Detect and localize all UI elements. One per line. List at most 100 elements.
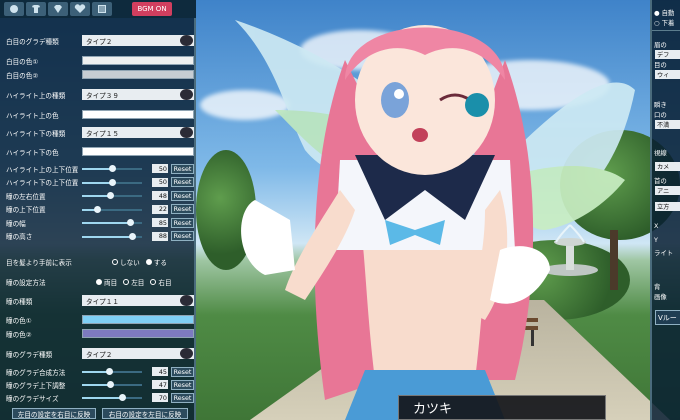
underwear-radio[interactable]: ○ 下着: [654, 18, 674, 27]
slider[interactable]: [82, 217, 142, 228]
radio-both-eyes[interactable]: 両目: [96, 277, 117, 287]
slider-label: 瞳の上下位置: [6, 206, 46, 214]
reset-button[interactable]: Reset: [171, 204, 194, 214]
sclera-grad-type-select[interactable]: タイプ２: [82, 35, 194, 46]
reset-button[interactable]: Reset: [171, 190, 194, 201]
slider-value-input[interactable]: 48: [152, 191, 168, 200]
right-panel-control[interactable]: カメ: [655, 162, 680, 171]
copy-left-to-right-button[interactable]: 左目の設定を右目に反映: [12, 408, 96, 419]
right-panel-label: 画像: [654, 293, 667, 301]
reset-button[interactable]: Reset: [171, 163, 194, 174]
tab-personality[interactable]: [70, 2, 90, 16]
character-figure[interactable]: [215, 0, 655, 420]
slider-handle[interactable]: [129, 232, 136, 240]
slider-value-input[interactable]: 85: [152, 218, 168, 227]
sclera-color1-swatch[interactable]: [82, 56, 194, 65]
slider-value-input[interactable]: 50: [152, 164, 168, 173]
auto-radio[interactable]: ● 自動: [654, 8, 674, 17]
slider-value-input[interactable]: 22: [152, 204, 168, 214]
slider[interactable]: [82, 190, 142, 201]
slider-label: 瞳のグラデサイズ: [6, 394, 59, 403]
iris-setting-label: 瞳の設定方法: [6, 278, 46, 287]
slider[interactable]: [82, 379, 142, 390]
slider[interactable]: [82, 163, 142, 174]
slider-value-input[interactable]: 47: [152, 380, 168, 389]
copy-right-to-left-button[interactable]: 右目の設定を左目に反映: [102, 408, 188, 419]
eyes-over-hair-row: 目を髪より手前に表示 しない する: [6, 256, 192, 267]
slider-handle[interactable]: [94, 205, 101, 213]
slider-label: 瞳の高さ: [6, 233, 33, 241]
character-name-box: カツキ: [398, 395, 606, 420]
radio-off[interactable]: しない: [112, 257, 140, 267]
slider-handle[interactable]: [107, 381, 114, 388]
tab-face[interactable]: [4, 2, 24, 16]
right-panel-control[interactable]: Vルー: [655, 310, 680, 325]
reset-button[interactable]: Reset: [171, 392, 194, 403]
slider-handle[interactable]: [127, 219, 134, 226]
iris-type-select[interactable]: タイプ１１: [82, 295, 194, 306]
slider-value-input[interactable]: 88: [152, 231, 168, 241]
radio-on[interactable]: する: [145, 257, 167, 267]
right-panel-control[interactable]: アニ: [655, 186, 680, 195]
reset-button[interactable]: Reset: [171, 217, 194, 228]
slider-handle[interactable]: [106, 368, 113, 375]
tab-system[interactable]: [92, 2, 112, 16]
slider-value-input[interactable]: 50: [152, 177, 168, 187]
reset-button[interactable]: Reset: [171, 177, 194, 187]
tab-clothes[interactable]: [26, 2, 46, 16]
slider-handle[interactable]: [109, 165, 116, 172]
sclera-grad-type-label: 白目のグラデ種類: [6, 37, 59, 46]
sclera-color2-swatch[interactable]: [82, 70, 194, 79]
highlight-bottom-color-label: ハイライト下の色: [6, 148, 59, 157]
radio-right-eye[interactable]: 右目: [150, 277, 172, 287]
slider[interactable]: [82, 231, 142, 242]
right-panel-control[interactable]: デフ: [655, 50, 680, 59]
right-panel-control[interactable]: ウィ: [655, 70, 680, 79]
radio-left-eye[interactable]: 左目: [123, 277, 144, 287]
iris-setting-row: 瞳の設定方法 両目 左目 右目: [6, 276, 192, 287]
right-panel-label: X: [654, 222, 659, 230]
highlight-top-type-select[interactable]: タイプ３９: [82, 89, 194, 100]
slider-row: 瞳のグラデサイズ 70 Reset: [6, 392, 194, 403]
iris-type-row: 瞳の種類 タイプ１１: [6, 295, 194, 306]
right-panel-label: 首の: [654, 177, 667, 185]
iris-color2-swatch[interactable]: [82, 329, 194, 338]
slider[interactable]: [82, 204, 142, 215]
slider-value-input[interactable]: 45: [152, 367, 168, 376]
slider[interactable]: [82, 392, 142, 403]
iris-color1-swatch[interactable]: [82, 315, 194, 324]
right-panel-label: 眉の: [654, 41, 667, 49]
highlight-top-color-row: ハイライト上の色: [6, 109, 194, 120]
right-side-panel: ● 自動 ○ 下着 眉の デフ 目の ウィ 瞬き 口の 不満 視線 カメ 首の アニ 立方 X Y ライト背…: [650, 0, 680, 420]
right-panel-label: ライト: [654, 249, 674, 257]
tab-accessory[interactable]: [48, 2, 68, 16]
iris-grad-type-select[interactable]: タイプ２: [82, 348, 194, 359]
highlight-bottom-type-row: ハイライト下の種類 タイプ１５: [6, 127, 194, 138]
highlight-top-color-swatch[interactable]: [82, 110, 194, 119]
right-panel-control[interactable]: 立方: [655, 202, 680, 211]
slider[interactable]: [82, 366, 142, 377]
slider-row: 瞳のグラデ合成方法 45 Reset: [6, 366, 194, 377]
preview-thumbnail: [180, 127, 193, 138]
slider-handle[interactable]: [107, 192, 114, 199]
slider-row: ハイライト下の上下位置 50 Reset: [6, 177, 194, 188]
iris-color2-label: 瞳の色②: [6, 330, 32, 339]
eyes-over-hair-label: 目を髪より手前に表示: [6, 258, 72, 267]
reset-button[interactable]: Reset: [171, 231, 194, 241]
slider-label: 瞳の左右位置: [6, 192, 46, 201]
reset-button[interactable]: Reset: [171, 379, 194, 390]
slider-handle[interactable]: [119, 394, 126, 401]
slider-row: 瞳の左右位置 48 Reset: [6, 190, 194, 201]
right-panel-control[interactable]: 不満: [655, 120, 680, 129]
bgm-toggle-button[interactable]: BGM ON: [132, 2, 172, 16]
iris-type-label: 瞳の種類: [6, 297, 33, 306]
reset-button[interactable]: Reset: [171, 366, 194, 377]
right-panel-label: 目の: [654, 61, 667, 69]
slider[interactable]: [82, 177, 142, 188]
slider-value-input[interactable]: 70: [152, 393, 168, 402]
slider-handle[interactable]: [109, 178, 116, 186]
highlight-bottom-type-select[interactable]: タイプ１５: [82, 127, 194, 138]
right-panel-label: 背: [654, 283, 661, 291]
highlight-bottom-color-swatch[interactable]: [82, 147, 194, 156]
iris-color1-row: 瞳の色①: [6, 314, 194, 325]
